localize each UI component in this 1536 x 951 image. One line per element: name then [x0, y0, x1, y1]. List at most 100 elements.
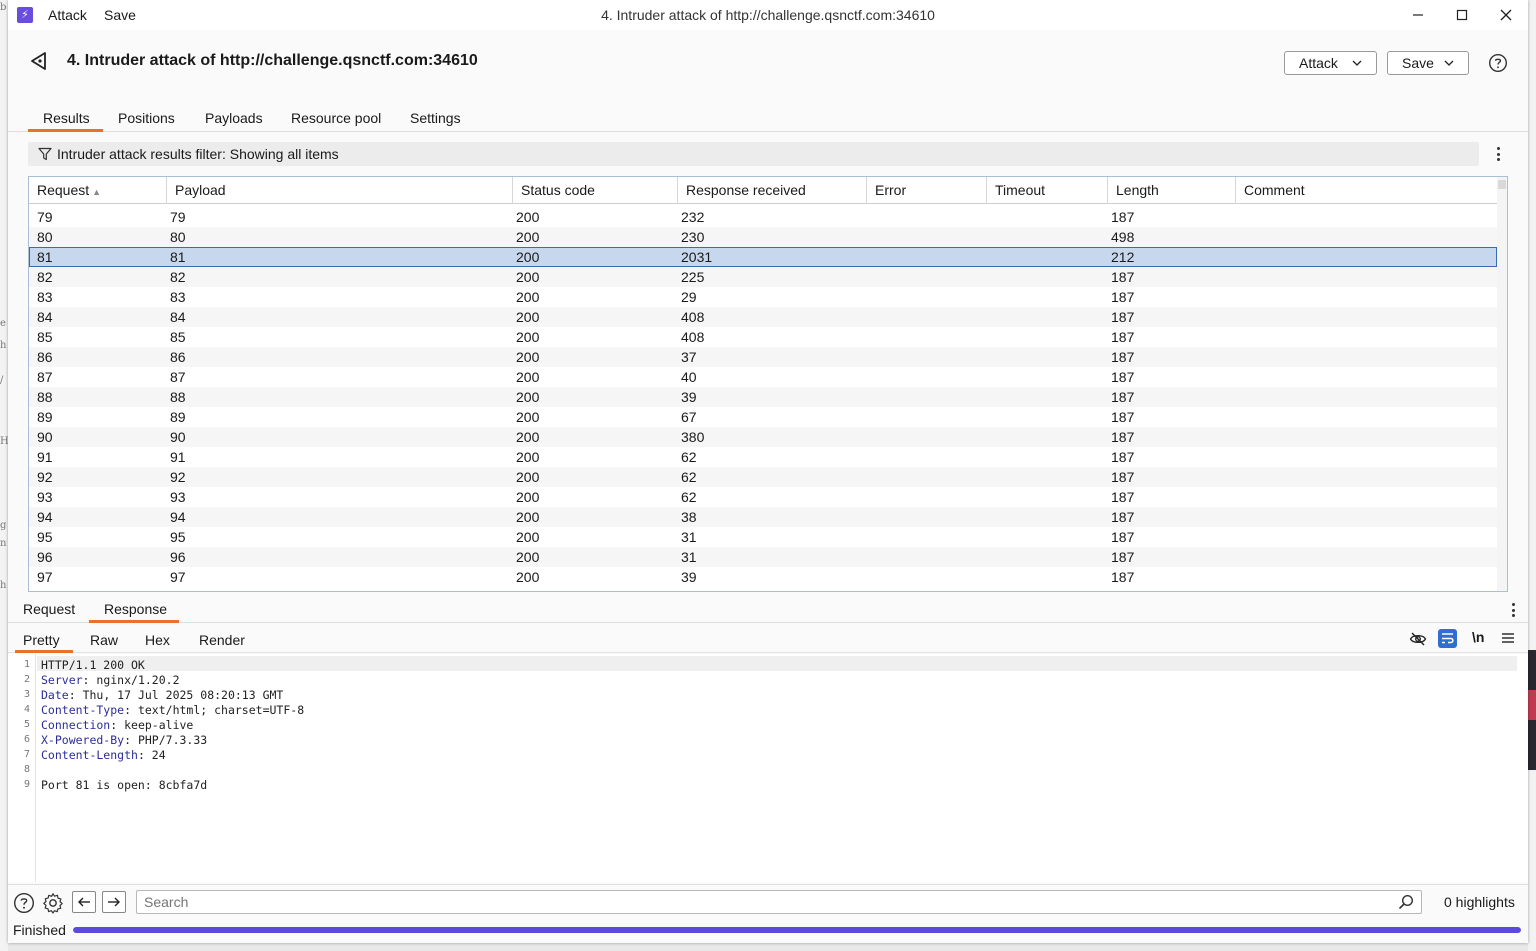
- tab-payloads[interactable]: Payloads: [205, 110, 263, 126]
- search-input[interactable]: [136, 890, 1422, 914]
- maximize-icon[interactable]: [1448, 4, 1476, 26]
- hamburger-menu-icon[interactable]: [1500, 630, 1516, 646]
- back-arrow-icon[interactable]: [28, 50, 50, 72]
- help-icon[interactable]: [13, 892, 35, 914]
- table-row[interactable]: 97 97 200 39 187: [29, 567, 1497, 587]
- cell-response-received: 39: [681, 389, 697, 405]
- highlights-count: 0 highlights: [1444, 894, 1515, 910]
- status-bar: Finished: [8, 918, 1528, 943]
- menu-save[interactable]: Save: [104, 7, 136, 23]
- table-row[interactable]: 81 81 200 2031 212: [29, 247, 1497, 267]
- cell-length: 187: [1111, 529, 1135, 545]
- table-row[interactable]: 82 82 200 225 187: [29, 267, 1497, 287]
- close-icon[interactable]: [1492, 4, 1520, 26]
- table-row[interactable]: 83 83 200 29 187: [29, 287, 1497, 307]
- results-table: Request ▲ Payload Status code Response re…: [28, 176, 1508, 592]
- tab-render[interactable]: Render: [199, 632, 245, 648]
- save-dropdown-button[interactable]: Save: [1387, 51, 1469, 75]
- menu-attack[interactable]: Attack: [48, 7, 87, 23]
- tab-results[interactable]: Results: [43, 110, 90, 126]
- column-payload[interactable]: Payload: [167, 177, 513, 204]
- cell-response-received: 40: [681, 369, 697, 385]
- help-icon[interactable]: [1488, 53, 1508, 73]
- code-line: Content-Type: text/html; charset=UTF-8: [41, 703, 305, 717]
- cell-request: 95: [37, 529, 53, 545]
- message-options-kebab-icon[interactable]: [1508, 601, 1518, 619]
- table-row[interactable]: 92 92 200 62 187: [29, 467, 1497, 487]
- table-row[interactable]: 94 94 200 38 187: [29, 507, 1497, 527]
- cell-request: 97: [37, 569, 53, 585]
- column-error[interactable]: Error: [867, 177, 987, 204]
- column-response-received[interactable]: Response received: [678, 177, 867, 204]
- table-row[interactable]: 85 85 200 408 187: [29, 327, 1497, 347]
- code-line: Server: nginx/1.20.2: [41, 673, 180, 687]
- table-row[interactable]: 87 87 200 40 187: [29, 367, 1497, 387]
- table-row[interactable]: 93 93 200 62 187: [29, 487, 1497, 507]
- progress-fill: [73, 927, 1521, 933]
- tab-pretty[interactable]: Pretty: [23, 632, 60, 648]
- tab-resource-pool[interactable]: Resource pool: [291, 110, 381, 126]
- word-wrap-toggle-icon[interactable]: [1438, 629, 1457, 648]
- response-editor[interactable]: 1 2 3 4 5 6 7 8 9 HTTP/1.1 200 OK Server: nginx/1…: [8, 654, 1528, 882]
- active-message-tab-indicator: [89, 620, 179, 623]
- table-row[interactable]: 79 79 200 232 187: [29, 207, 1497, 227]
- column-length[interactable]: Length: [1108, 177, 1236, 204]
- cell-payload: 85: [170, 329, 186, 345]
- cell-response-received: 230: [681, 229, 705, 245]
- table-scrollbar[interactable]: [1497, 177, 1507, 591]
- body-text: Port 81 is open: 8cbfa7d: [41, 778, 208, 792]
- table-row[interactable]: 90 90 200 380 187: [29, 427, 1497, 447]
- table-row[interactable]: 84 84 200 408 187: [29, 307, 1497, 327]
- gear-icon[interactable]: [42, 892, 64, 914]
- column-timeout[interactable]: Timeout: [987, 177, 1108, 204]
- table-row[interactable]: 89 89 200 67 187: [29, 407, 1497, 427]
- chevron-down-icon: [1444, 60, 1454, 66]
- cell-status-code: 200: [516, 209, 540, 225]
- header-value: keep-alive: [117, 718, 194, 732]
- minimize-icon[interactable]: [1404, 4, 1432, 26]
- cell-payload: 96: [170, 549, 186, 565]
- table-row[interactable]: 96 96 200 31 187: [29, 547, 1497, 567]
- cell-length: 212: [1111, 249, 1135, 265]
- message-tabs: Request Response: [8, 596, 1528, 623]
- previous-match-button[interactable]: [72, 891, 96, 913]
- background-window-right: [1528, 0, 1536, 951]
- tab-hex[interactable]: Hex: [145, 632, 170, 648]
- table-row[interactable]: 80 80 200 230 498: [29, 227, 1497, 247]
- table-row[interactable]: 88 88 200 39 187: [29, 387, 1497, 407]
- tab-response[interactable]: Response: [104, 601, 167, 617]
- table-row[interactable]: 86 86 200 37 187: [29, 347, 1497, 367]
- search-icon[interactable]: [1398, 894, 1414, 910]
- line-number: 3: [23, 689, 30, 700]
- column-comment[interactable]: Comment: [1236, 177, 1497, 204]
- column-status-code[interactable]: Status code: [513, 177, 678, 204]
- next-match-button[interactable]: [102, 891, 126, 913]
- table-row[interactable]: 91 91 200 62 187: [29, 447, 1497, 467]
- attack-dropdown-button[interactable]: Attack: [1284, 51, 1377, 75]
- line-number: 8: [23, 764, 30, 775]
- tab-raw[interactable]: Raw: [90, 632, 118, 648]
- cell-status-code: 200: [516, 449, 540, 465]
- cell-request: 82: [37, 269, 53, 285]
- current-line-highlight: [37, 656, 1517, 671]
- cell-length: 187: [1111, 509, 1135, 525]
- newline-toggle-icon[interactable]: \n: [1472, 629, 1484, 645]
- cell-status-code: 200: [516, 429, 540, 445]
- cell-payload: 97: [170, 569, 186, 585]
- cell-response-received: 380: [681, 429, 705, 445]
- filter-options-kebab-icon[interactable]: [1493, 145, 1503, 163]
- background-window-left: b e h / H g n h: [0, 0, 9, 951]
- tab-request[interactable]: Request: [23, 601, 75, 617]
- cell-request: 85: [37, 329, 53, 345]
- column-request[interactable]: Request ▲: [29, 177, 167, 204]
- active-view-tab-indicator: [15, 650, 73, 653]
- intruder-attack-window: ⚡ Attack Save 4. Intruder attack of http…: [8, 0, 1528, 943]
- tab-positions[interactable]: Positions: [118, 110, 175, 126]
- hide-nonprintable-eye-icon[interactable]: [1409, 630, 1427, 648]
- table-header: Request ▲ Payload Status code Response re…: [29, 177, 1497, 204]
- tab-settings[interactable]: Settings: [410, 110, 461, 126]
- table-row[interactable]: 95 95 200 31 187: [29, 527, 1497, 547]
- cell-length: 187: [1111, 489, 1135, 505]
- line-number-gutter: 1 2 3 4 5 6 7 8 9: [8, 654, 36, 882]
- results-filter-bar[interactable]: Intruder attack results filter: Showing …: [28, 142, 1479, 166]
